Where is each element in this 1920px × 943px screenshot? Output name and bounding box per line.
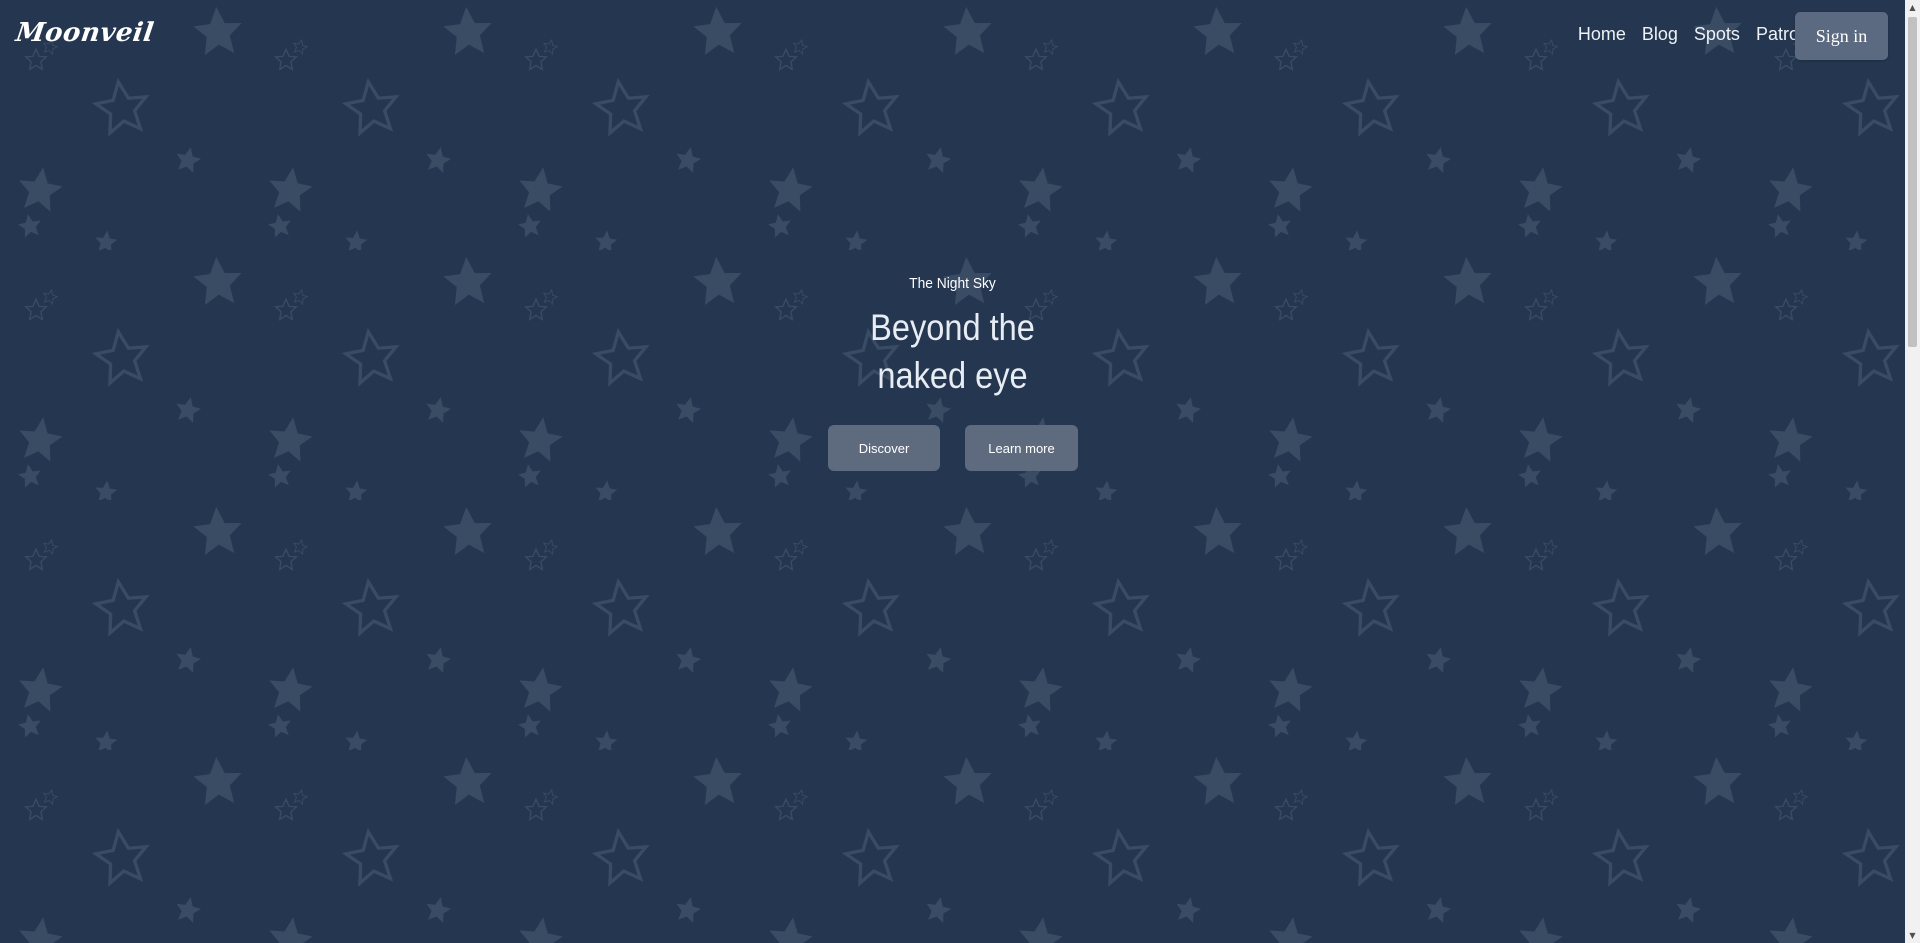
hero-headline: Beyond the naked eye — [114, 304, 1790, 400]
discover-button[interactable]: Discover — [828, 425, 940, 471]
hero-headline-line-2: naked eye — [877, 355, 1028, 396]
hero-eyebrow: The Night Sky — [909, 275, 996, 292]
star-pattern-icon — [0, 0, 1905, 943]
chevron-down-icon[interactable]: ▼ — [1905, 928, 1920, 943]
star-pattern-background — [0, 0, 1905, 943]
vertical-scrollbar[interactable]: ▲ ▼ — [1905, 0, 1920, 943]
chevron-up-icon[interactable]: ▲ — [1905, 0, 1920, 15]
hero-headline-line-1: Beyond the — [870, 307, 1035, 348]
nav-link-home[interactable]: Home — [1578, 24, 1626, 45]
learn-more-button[interactable]: Learn more — [965, 425, 1078, 471]
nav-link-blog[interactable]: Blog — [1642, 24, 1678, 45]
hero-actions: Discover Learn more — [828, 425, 1078, 471]
hero-section: The Night Sky Beyond the naked eye — [0, 275, 1905, 400]
scrollbar-thumb[interactable] — [1908, 17, 1917, 347]
sign-in-button[interactable]: Sign in — [1795, 12, 1888, 60]
brand-logo[interactable]: Moonveil — [14, 18, 156, 48]
nav-link-spots[interactable]: Spots — [1694, 24, 1740, 45]
